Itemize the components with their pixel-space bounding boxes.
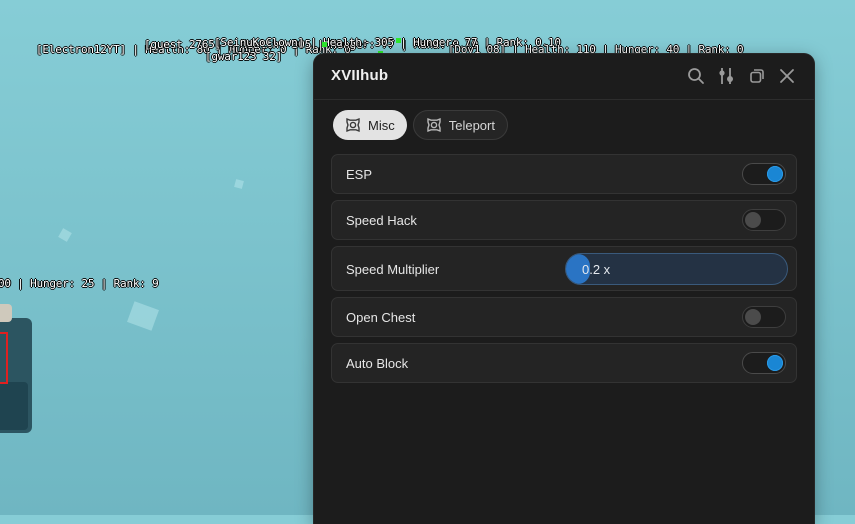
option-label: ESP <box>346 167 373 182</box>
tab-bar: Misc Teleport <box>333 110 508 140</box>
floating-block <box>234 179 244 189</box>
tab-label: Teleport <box>448 117 495 133</box>
player-head <box>0 304 12 322</box>
toggle-knob <box>745 212 761 228</box>
player-character <box>0 304 32 433</box>
toggle-knob <box>745 309 761 325</box>
option-label: Open Chest <box>346 310 416 325</box>
tab-misc[interactable]: Misc <box>333 110 407 140</box>
window-title: XVIIhub <box>331 67 389 84</box>
speed-multiplier-slider[interactable]: 0.2 x <box>565 253 788 285</box>
esp-marker <box>322 42 327 47</box>
esp-tag: [gwar123 32] <box>205 50 283 63</box>
minimize-icon[interactable] <box>747 66 767 86</box>
esp-box <box>0 332 8 384</box>
hub-window: XVIIhub Misc Teleport ESP Speed Hack Spe… <box>314 54 814 524</box>
esp-marker <box>396 38 401 43</box>
option-speed-multiplier: Speed Multiplier 0.2 x <box>331 246 797 291</box>
tab-teleport[interactable]: Teleport <box>412 110 508 140</box>
floating-block <box>127 301 159 331</box>
open-chest-toggle[interactable] <box>742 306 786 328</box>
toggle-knob <box>767 355 783 371</box>
close-icon[interactable] <box>777 66 797 86</box>
gamepad-icon <box>346 117 360 133</box>
option-speed-hack[interactable]: Speed Hack <box>331 200 797 240</box>
option-esp[interactable]: ESP <box>331 154 797 194</box>
speed-hack-toggle[interactable] <box>742 209 786 231</box>
floating-block <box>58 228 72 242</box>
option-auto-block[interactable]: Auto Block <box>331 343 797 383</box>
slider-value: 0.2 x <box>582 262 611 277</box>
option-label: Auto Block <box>346 356 409 371</box>
sliders-icon[interactable] <box>716 66 736 86</box>
esp-tag: 00 | Hunger: 25 | Rank: 9 <box>0 277 159 290</box>
auto-block-toggle[interactable] <box>742 352 786 374</box>
option-open-chest[interactable]: Open Chest <box>331 297 797 337</box>
toggle-knob <box>767 166 783 182</box>
option-label: Speed Multiplier <box>346 262 440 277</box>
title-bar[interactable]: XVIIhub <box>314 54 814 100</box>
search-icon[interactable] <box>686 66 706 86</box>
option-label: Speed Hack <box>346 213 417 228</box>
esp-toggle[interactable] <box>742 163 786 185</box>
tab-label: Misc <box>368 117 395 133</box>
player-body <box>0 382 28 430</box>
gamepad-icon <box>427 117 441 133</box>
